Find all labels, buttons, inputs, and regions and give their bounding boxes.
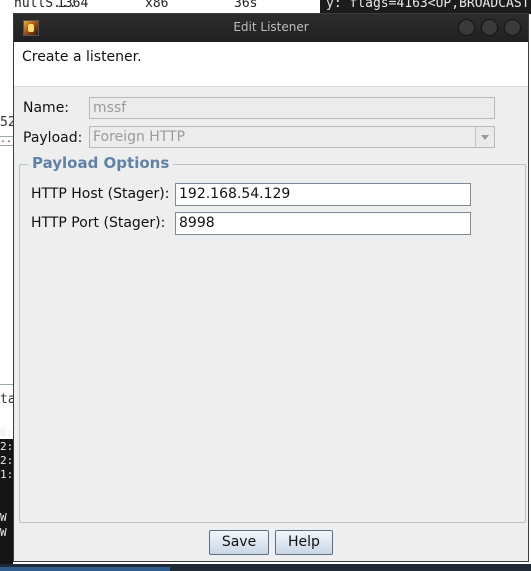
minimize-button[interactable] — [458, 19, 475, 36]
bg-fragment: ... — [0, 134, 13, 145]
bg-fragment: 2: — [0, 440, 13, 453]
bg-fragment: 2: — [0, 454, 13, 467]
bg-fragment: 1: — [0, 468, 13, 481]
bg-fragment: W — [0, 526, 7, 539]
background-terminal: y: flags=4163<UP,BROADCAST — [320, 0, 531, 14]
http-port-value: 8998 — [179, 215, 215, 231]
payload-label: Payload: — [23, 130, 83, 146]
bg-process-time: 36s — [234, 0, 258, 11]
close-button[interactable] — [504, 19, 521, 36]
payload-options-title: Payload Options — [28, 154, 174, 172]
name-label: Name: — [23, 100, 70, 116]
description-text: Create a listener. — [22, 49, 142, 65]
name-field: mssf — [89, 97, 495, 119]
bg-divider — [0, 384, 13, 385]
payload-options-group: Payload Options HTTP Host (Stager): 192.… — [19, 154, 526, 523]
http-host-input[interactable]: 192.168.54.129 — [175, 183, 471, 206]
payload-value: Foreign HTTP — [93, 129, 186, 145]
dialog-title: Edit Listener — [233, 20, 309, 34]
http-port-input[interactable]: 8998 — [175, 212, 471, 235]
bg-process-pid: 1364 — [57, 0, 89, 11]
payload-dropdown: Foreign HTTP — [89, 126, 495, 148]
bg-fragment: W — [0, 511, 7, 524]
bg-fragment: 0: — [0, 426, 13, 439]
bg-process-arch: x86 — [145, 0, 169, 11]
bg-terminal-text: y: flags=4163<UP,BROADCAST — [326, 0, 530, 11]
bg-fragment: 52 — [0, 115, 13, 130]
taskbar-accent — [0, 567, 170, 571]
description-panel: Create a listener. — [14, 42, 528, 87]
bg-divider — [0, 145, 13, 146]
save-button[interactable]: Save — [209, 530, 269, 555]
background-left-strip: 52 ... ta 0: 2: 2: 1: W W — [0, 14, 13, 571]
bg-fragment: ta — [0, 392, 13, 407]
http-port-label: HTTP Port (Stager): — [31, 215, 166, 231]
name-value: mssf — [93, 100, 127, 116]
edit-listener-dialog: Edit Listener Create a listener. Name: m… — [13, 13, 529, 562]
http-host-value: 192.168.54.129 — [179, 186, 291, 202]
help-button[interactable]: Help — [275, 530, 333, 555]
title-bar[interactable]: Edit Listener — [14, 14, 528, 42]
chevron-down-icon — [475, 127, 494, 147]
background-process-row: hullS... 1364 x86 36s — [0, 0, 320, 14]
http-host-label: HTTP Host (Stager): — [31, 186, 170, 202]
maximize-button[interactable] — [481, 19, 498, 36]
